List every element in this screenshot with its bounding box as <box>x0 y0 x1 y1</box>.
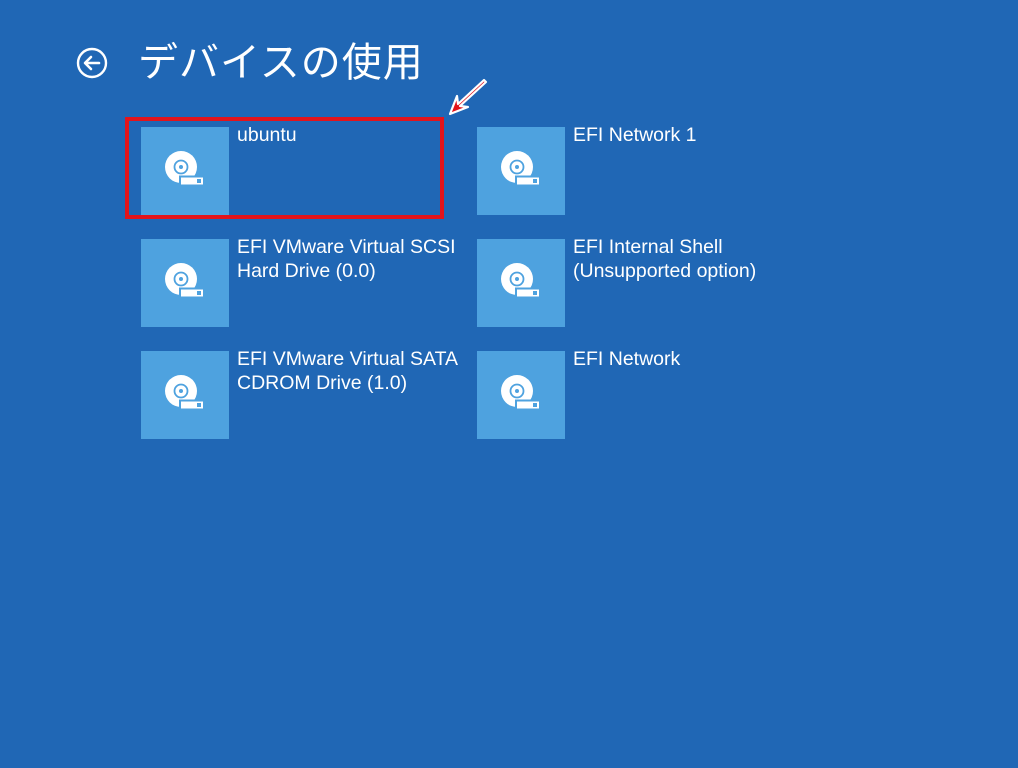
disk-drive-icon <box>501 263 541 299</box>
device-label: ubuntu <box>237 124 297 146</box>
device-label: EFI Internal Shell (Unsupported option) <box>573 236 757 282</box>
header: デバイスの使用 <box>76 38 424 88</box>
device-label: EFI VMware Virtual SCSI Hard Drive (0.0) <box>237 236 456 282</box>
disk-drive-icon <box>165 151 205 187</box>
back-button[interactable] <box>76 47 108 79</box>
device-tile-scsi-hard-drive[interactable]: EFI VMware Virtual SCSI Hard Drive (0.0) <box>141 236 461 329</box>
device-label: EFI VMware Virtual SATA CDROM Drive (1.0… <box>237 348 457 394</box>
device-tile-efi-internal-shell[interactable]: EFI Internal Shell (Unsupported option) <box>477 236 797 329</box>
device-tile-icon-box <box>477 351 565 439</box>
disk-drive-icon <box>165 263 205 299</box>
device-tile-icon-box <box>141 351 229 439</box>
page-title: デバイスの使用 <box>138 40 424 86</box>
device-label: EFI Network 1 <box>573 124 697 146</box>
back-arrow-circle-icon <box>76 47 108 79</box>
red-arrow-icon <box>448 78 488 116</box>
device-tile-efi-network[interactable]: EFI Network <box>477 348 797 441</box>
disk-drive-icon <box>165 375 205 411</box>
device-tile-ubuntu[interactable]: ubuntu <box>141 124 461 217</box>
device-tile-icon-box <box>141 127 229 215</box>
device-tile-efi-network-1[interactable]: EFI Network 1 <box>477 124 797 217</box>
device-tile-icon-box <box>141 239 229 327</box>
disk-drive-icon <box>501 151 541 187</box>
device-tile-icon-box <box>477 239 565 327</box>
device-tile-icon-box <box>477 127 565 215</box>
disk-drive-icon <box>501 375 541 411</box>
device-label: EFI Network <box>573 348 681 370</box>
device-tile-sata-cdrom-drive[interactable]: EFI VMware Virtual SATA CDROM Drive (1.0… <box>141 348 461 441</box>
